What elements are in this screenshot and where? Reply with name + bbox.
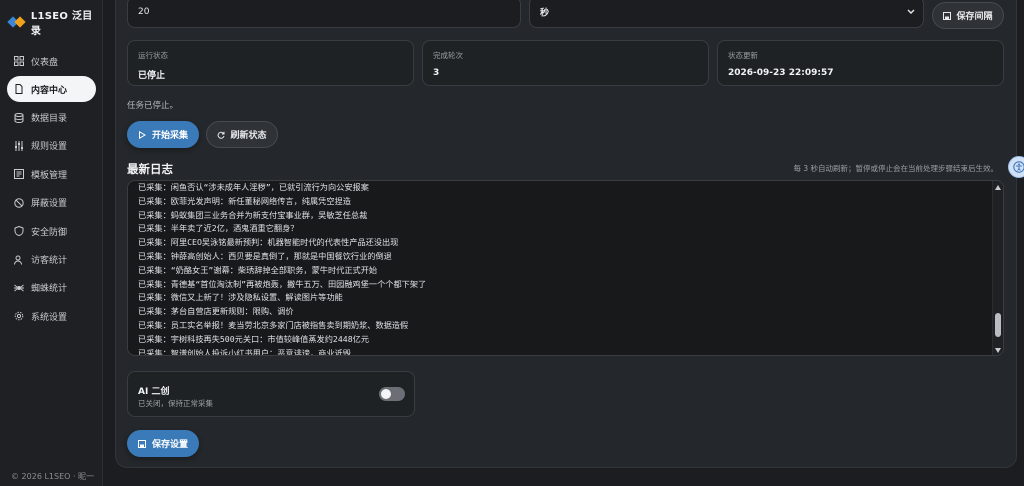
- interval-unit-select[interactable]: 秒: [529, 0, 924, 28]
- sliders-icon: [14, 140, 24, 151]
- log-line: 已采集：微信又上新了！涉及隐私设置、解读图片等功能: [138, 292, 343, 303]
- stat-run-status: 运行状态 已停止: [127, 40, 414, 86]
- log-line: 已采集：员工实名举报！麦当劳北京多家门店被指售卖到期奶浆、数据造假: [138, 319, 409, 330]
- sidebar-item-label: 访客统计: [31, 256, 68, 267]
- log-line: 已采集：半年卖了近2亿，酒鬼酒重它翻身？: [138, 223, 299, 234]
- log-line: 已采集：茅台自营店更新规则：限购、调价: [138, 306, 294, 317]
- log-line: 已采集：钟薛高创始人：西贝要是真倒了，那就是中国餐饮行业的倒退: [138, 250, 392, 261]
- log-line: 已采集：宇树科技再失500元关口：市值较峰值蒸发约2448亿元: [138, 333, 370, 344]
- scroll-up-icon[interactable]: [995, 185, 1001, 190]
- sidebar-item-block-settings[interactable]: 屏蔽设置: [0, 189, 103, 217]
- scrollbar-thumb[interactable]: [995, 313, 1001, 337]
- sidebar-item-label: 规则设置: [31, 142, 68, 153]
- chevron-down-icon: [907, 9, 915, 14]
- sidebar-item-templates[interactable]: 模板管理: [0, 160, 103, 188]
- sidebar: L1SEO 泛目录 仪表盘 内容中心 数据目录 规则设置 模板管理 屏蔽设置 安…: [0, 0, 103, 486]
- sidebar-nav: 仪表盘 内容中心 数据目录 规则设置 模板管理 屏蔽设置 安全防御 访客统计 蜘…: [0, 47, 103, 331]
- sidebar-item-system-settings[interactable]: 系统设置: [0, 302, 103, 330]
- refresh-status-label: 刷新状态: [230, 131, 267, 141]
- gear-icon: [14, 311, 24, 321]
- log-line: 已采集：闲鱼否认“涉未成年人淫秽”，已就引流行为向公安报案: [138, 182, 369, 192]
- log-title: 最新日志: [127, 162, 173, 176]
- refresh-status-button[interactable]: 刷新状态: [206, 121, 278, 148]
- sidebar-item-label: 蜘蛛统计: [31, 284, 68, 295]
- ai-rewrite-subtitle: 已关闭，保持正常采集: [138, 399, 213, 408]
- sidebar-item-security[interactable]: 安全防御: [0, 217, 103, 245]
- stat-value: 已停止: [138, 71, 166, 81]
- save-interval-button[interactable]: 保存间隔: [932, 2, 1004, 29]
- save-settings-label: 保存设置: [151, 440, 188, 450]
- start-collect-label: 开始采集: [151, 131, 188, 141]
- sidebar-item-label: 模板管理: [31, 170, 68, 181]
- footer-copyright: © 2026 L1SEO · 昵一: [11, 472, 95, 481]
- log-line: 已采集：青德基“首位淘汰制”再被炮轰，撇牛五万、田园融鸡堡一个个都下架了: [138, 278, 427, 289]
- ai-rewrite-panel: AI 二创 已关闭，保持正常采集: [127, 371, 415, 417]
- toggle-knob: [381, 389, 391, 399]
- brand-name: L1SEO 泛目录: [30, 11, 93, 37]
- sidebar-item-visitors[interactable]: 访客统计: [0, 245, 103, 273]
- database-icon: [14, 112, 24, 123]
- sidebar-item-label: 数据目录: [31, 114, 68, 125]
- sidebar-item-rules[interactable]: 规则设置: [0, 132, 103, 160]
- log-panel[interactable]: 已采集：闲鱼否认“涉未成年人淫秽”，已就引流行为向公安报案 已采集：欧菲光发声明…: [127, 180, 1004, 356]
- log-line: 已采集：欧菲光发声明：新任董秘网络传言，纯属凭空捏造: [138, 195, 351, 206]
- sidebar-item-spiders[interactable]: 蜘蛛统计: [0, 274, 103, 302]
- sidebar-item-label: 内容中心: [31, 85, 68, 96]
- spider-icon: [14, 283, 24, 293]
- sidebar-item-label: 屏蔽设置: [31, 199, 68, 210]
- start-collect-button[interactable]: 开始采集: [127, 121, 199, 148]
- grid-icon: [14, 56, 24, 67]
- sidebar-item-data-directory[interactable]: 数据目录: [0, 103, 103, 131]
- users-icon: [14, 255, 24, 265]
- interval-value: 20: [138, 7, 150, 17]
- ai-rewrite-title: AI 二创: [138, 387, 170, 397]
- template-icon: [14, 169, 24, 180]
- stat-label: 运行状态: [138, 51, 168, 60]
- interval-input[interactable]: 20: [127, 0, 521, 28]
- block-icon: [14, 198, 24, 208]
- sidebar-item-content[interactable]: 内容中心: [7, 76, 96, 103]
- log-hint: 每 3 秒自动刷新；暂停或停止会在当前处理步骤结束后生效。: [793, 164, 998, 173]
- sidebar-item-label: 仪表盘: [31, 57, 59, 68]
- save-icon: [137, 439, 146, 448]
- log-line: 已采集：“奶酪女王”谢幕：柴琇辞掉全部职务，蒙牛时代正式开始: [138, 264, 378, 275]
- refresh-icon: [218, 131, 225, 139]
- stat-label: 完成轮次: [433, 51, 463, 60]
- stat-completed-rounds: 完成轮次 3: [422, 40, 709, 86]
- sidebar-item-label: 系统设置: [31, 312, 68, 323]
- stat-updated-at: 状态更新 2026-09-23 22:09:57: [717, 40, 1004, 86]
- log-line: 已采集：智谱创始人投诉小红书用户：恶意诽谤，商业诋毁: [138, 347, 351, 356]
- stat-value: 3: [433, 68, 440, 78]
- accessibility-icon: [1013, 161, 1024, 173]
- save-icon: [943, 11, 952, 20]
- play-icon: [138, 130, 146, 139]
- sidebar-item-label: 安全防御: [31, 227, 68, 238]
- ai-rewrite-toggle[interactable]: [379, 387, 405, 401]
- log-scrollbar[interactable]: [992, 181, 1003, 355]
- log-line: 已采集：蚂蚁集团三业务合并为新支付宝事业群，吴敏芝任总裁: [138, 209, 368, 220]
- file-icon: [14, 84, 24, 95]
- shield-icon: [14, 226, 24, 237]
- brand[interactable]: L1SEO 泛目录: [7, 11, 102, 37]
- stat-label: 状态更新: [728, 51, 758, 60]
- scroll-down-icon[interactable]: [995, 348, 1001, 353]
- floating-helper-button[interactable]: [1008, 156, 1024, 178]
- log-line: 已采集：阿里CEO吴泳铭最新预判：机器智能时代的代表性产品还没出现: [138, 237, 399, 248]
- interval-unit-value: 秒: [540, 8, 550, 19]
- logo-icon: [7, 16, 26, 28]
- log-lines: 已采集：闲鱼否认“涉未成年人淫秽”，已就引流行为向公安报案 已采集：欧菲光发声明…: [138, 181, 989, 356]
- status-message: 任务已停止。: [127, 101, 179, 111]
- sidebar-item-dashboard[interactable]: 仪表盘: [0, 47, 103, 75]
- save-interval-label: 保存间隔: [956, 12, 993, 22]
- stat-value: 2026-09-23 22:09:57: [728, 68, 834, 78]
- save-settings-button[interactable]: 保存设置: [127, 430, 199, 457]
